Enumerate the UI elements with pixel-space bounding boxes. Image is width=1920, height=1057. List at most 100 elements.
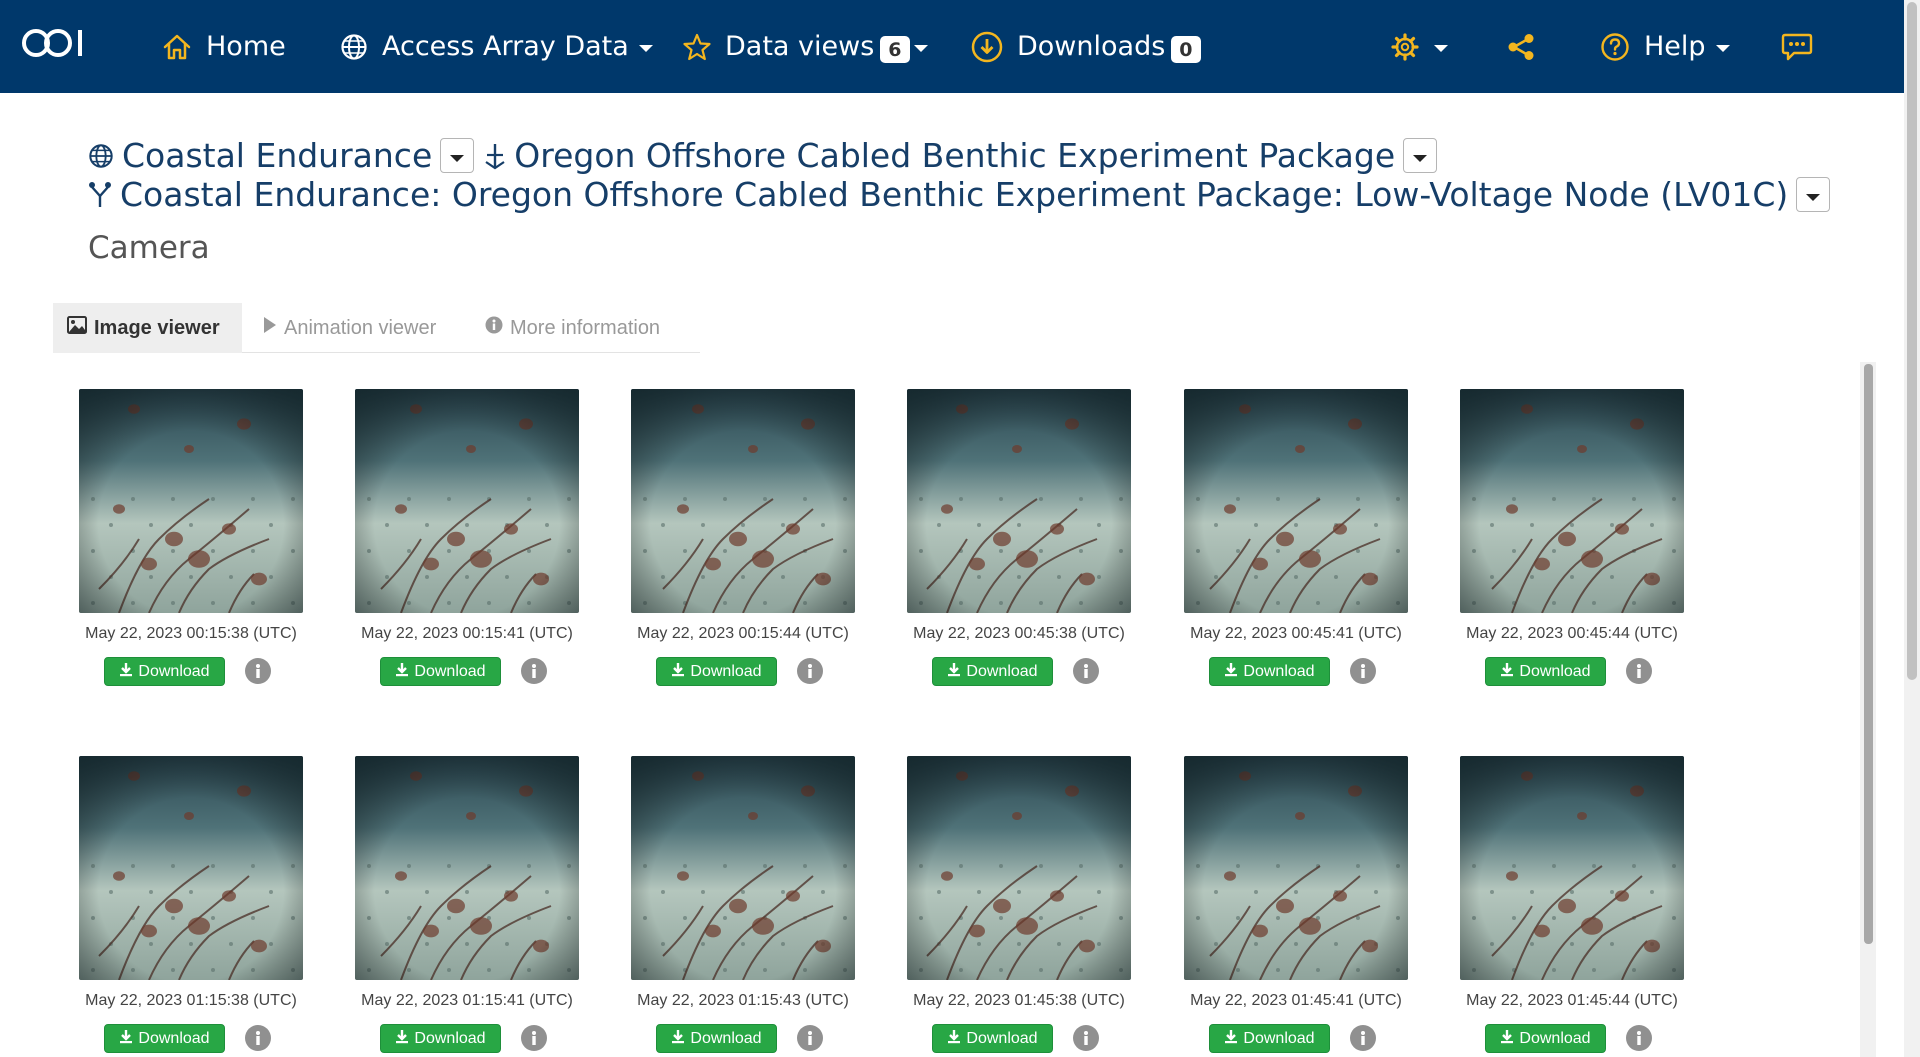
download-icon xyxy=(1500,662,1519,682)
download-image-button[interactable]: Download xyxy=(380,657,501,686)
download-icon xyxy=(395,662,414,682)
site-dropdown-button[interactable] xyxy=(1403,138,1438,173)
download-image-button[interactable]: Download xyxy=(656,657,777,686)
gear-icon xyxy=(1390,32,1420,62)
download-icon xyxy=(1224,1029,1243,1049)
info-icon[interactable] xyxy=(521,1025,547,1051)
breadcrumb-row-1: Coastal Endurance Oregon Offshore Cabled… xyxy=(88,136,1447,175)
info-icon[interactable] xyxy=(1073,1025,1099,1051)
anchor-icon xyxy=(484,142,506,170)
chevron-down-icon xyxy=(450,155,465,162)
info-icon[interactable] xyxy=(797,658,823,684)
tab-image-viewer-label: Image viewer xyxy=(94,316,220,339)
download-image-button[interactable]: Download xyxy=(932,1024,1053,1053)
home-icon xyxy=(162,32,192,62)
nav-settings[interactable] xyxy=(1390,0,1448,93)
ooi-logo[interactable] xyxy=(22,26,90,65)
camera-image-thumbnail[interactable] xyxy=(631,756,855,980)
download-icon xyxy=(671,1029,690,1049)
instrument-title: Camera xyxy=(88,230,210,266)
info-icon[interactable] xyxy=(1350,1025,1376,1051)
image-icon xyxy=(67,316,94,340)
breadcrumb-node[interactable]: Coastal Endurance: Oregon Offshore Cable… xyxy=(120,175,1788,214)
nav-feedback[interactable] xyxy=(1780,0,1814,93)
breadcrumb-site[interactable]: Oregon Offshore Cabled Benthic Experimen… xyxy=(514,136,1395,175)
download-image-button[interactable]: Download xyxy=(104,657,225,686)
download-image-button[interactable]: Download xyxy=(932,657,1053,686)
nav-share[interactable] xyxy=(1506,0,1536,93)
tab-more-information-label: More information xyxy=(510,316,661,339)
nav-access-label: Access Array Data xyxy=(382,31,629,62)
download-image-button[interactable]: Download xyxy=(1485,1024,1606,1053)
image-card: May 22, 2023 00:15:44 (UTC) Download xyxy=(624,389,894,719)
image-card: May 22, 2023 00:45:44 (UTC) Download xyxy=(1453,389,1723,719)
nav-access-array-data[interactable]: Access Array Data xyxy=(340,0,653,93)
tab-animation-viewer[interactable]: Animation viewer xyxy=(249,303,450,353)
tab-image-viewer[interactable]: Image viewer xyxy=(53,303,242,353)
share-icon xyxy=(1506,32,1536,62)
info-icon[interactable] xyxy=(1350,658,1376,684)
download-icon xyxy=(395,1029,414,1049)
download-icon xyxy=(119,662,138,682)
info-icon[interactable] xyxy=(245,1025,271,1051)
array-dropdown-button[interactable] xyxy=(440,138,475,173)
download-label: Download xyxy=(1519,1029,1591,1047)
camera-image-thumbnail[interactable] xyxy=(355,756,579,980)
camera-image-thumbnail[interactable] xyxy=(907,756,1131,980)
download-image-button[interactable]: Download xyxy=(1209,1024,1330,1053)
camera-image-thumbnail[interactable] xyxy=(631,389,855,613)
nav-help[interactable]: Help xyxy=(1600,0,1730,93)
chevron-down-icon xyxy=(1806,194,1821,201)
camera-image-thumbnail[interactable] xyxy=(1184,389,1408,613)
download-icon xyxy=(947,1029,966,1049)
download-image-button[interactable]: Download xyxy=(1209,657,1330,686)
download-label: Download xyxy=(966,1029,1038,1047)
chat-icon xyxy=(1780,32,1814,62)
image-timestamp: May 22, 2023 01:45:38 (UTC) xyxy=(913,992,1125,1009)
download-label: Download xyxy=(690,1029,762,1047)
nav-home[interactable]: Home xyxy=(162,0,286,93)
camera-image-thumbnail[interactable] xyxy=(355,389,579,613)
camera-image-thumbnail[interactable] xyxy=(1184,756,1408,980)
chevron-down-icon xyxy=(638,45,653,52)
camera-image-thumbnail[interactable] xyxy=(79,756,303,980)
download-image-button[interactable]: Download xyxy=(1485,657,1606,686)
info-icon[interactable] xyxy=(521,658,547,684)
viewer-tabs: Image viewer Animation viewer More infor… xyxy=(53,303,700,353)
image-card: May 22, 2023 01:15:41 (UTC) Download xyxy=(348,756,618,1057)
info-icon[interactable] xyxy=(1626,658,1652,684)
camera-image-thumbnail[interactable] xyxy=(79,389,303,613)
download-icon xyxy=(671,662,690,682)
download-image-button[interactable]: Download xyxy=(380,1024,501,1053)
nav-data-views-label: Data views xyxy=(725,31,875,62)
image-card: May 22, 2023 00:45:41 (UTC) Download xyxy=(1177,389,1447,719)
info-icon[interactable] xyxy=(245,658,271,684)
nav-home-label: Home xyxy=(206,31,286,62)
info-icon[interactable] xyxy=(1073,658,1099,684)
data-views-count-badge: 6 xyxy=(880,36,910,63)
image-timestamp: May 22, 2023 00:45:38 (UTC) xyxy=(913,625,1125,642)
node-dropdown-button[interactable] xyxy=(1796,177,1831,212)
page-scrollbar-thumb[interactable] xyxy=(1907,2,1917,680)
tab-animation-viewer-label: Animation viewer xyxy=(284,316,437,339)
node-fork-icon xyxy=(88,181,112,209)
image-panel-scrollbar-thumb[interactable] xyxy=(1864,364,1873,944)
question-circle-icon xyxy=(1600,32,1630,62)
breadcrumb-array[interactable]: Coastal Endurance xyxy=(122,136,432,175)
nav-data-views[interactable]: Data views 6 xyxy=(683,0,928,93)
download-label: Download xyxy=(414,662,486,680)
download-label: Download xyxy=(1519,662,1591,680)
nav-downloads[interactable]: Downloads 0 xyxy=(971,0,1201,93)
image-timestamp: May 22, 2023 01:15:41 (UTC) xyxy=(361,992,573,1009)
tab-more-information[interactable]: More information xyxy=(471,303,674,353)
download-image-button[interactable]: Download xyxy=(656,1024,777,1053)
info-icon[interactable] xyxy=(797,1025,823,1051)
info-icon[interactable] xyxy=(1626,1025,1652,1051)
download-icon xyxy=(1500,1029,1519,1049)
camera-image-thumbnail[interactable] xyxy=(1460,756,1684,980)
camera-image-thumbnail[interactable] xyxy=(907,389,1131,613)
image-card: May 22, 2023 01:45:41 (UTC) Download xyxy=(1177,756,1447,1057)
camera-image-thumbnail[interactable] xyxy=(1460,389,1684,613)
download-image-button[interactable]: Download xyxy=(104,1024,225,1053)
image-timestamp: May 22, 2023 01:45:41 (UTC) xyxy=(1190,992,1402,1009)
